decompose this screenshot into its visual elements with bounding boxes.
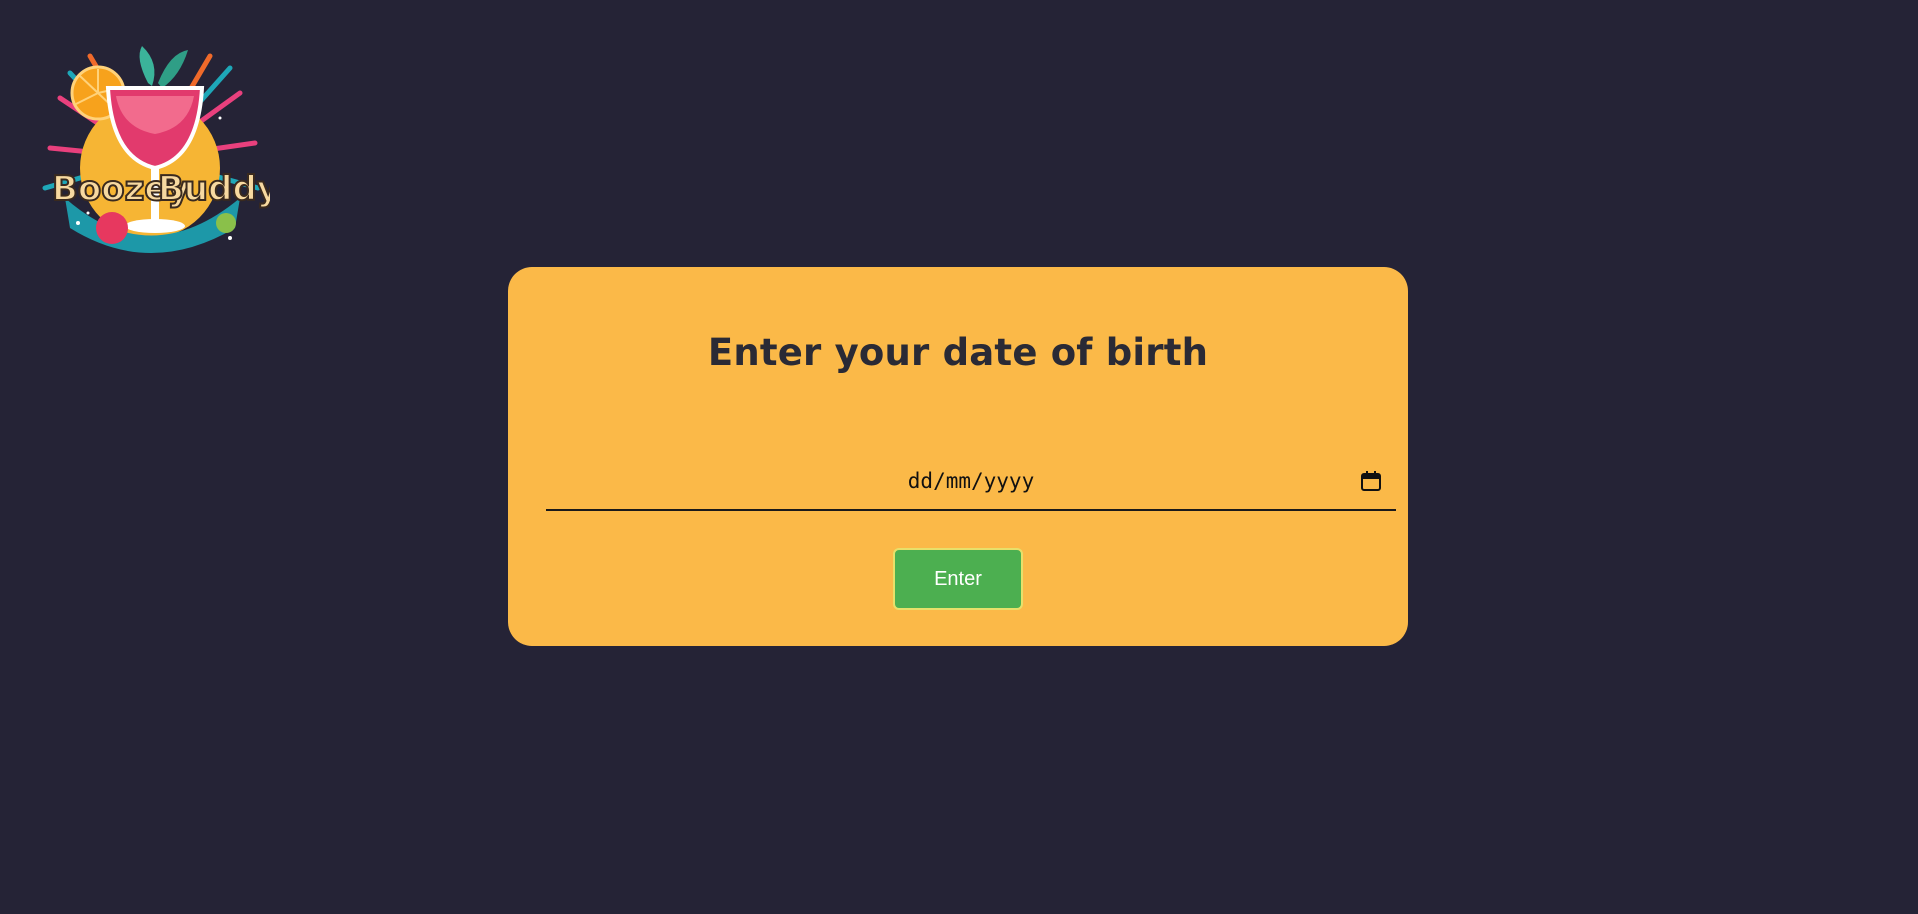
svg-text:Buddy: Buddy <box>158 169 270 209</box>
enter-button[interactable]: Enter <box>893 548 1023 610</box>
calendar-icon[interactable] <box>1360 470 1382 492</box>
date-placeholder: dd/mm/yyyy <box>907 469 1035 493</box>
date-of-birth-input[interactable]: dd/mm/yyyy <box>546 455 1396 511</box>
cocktail-logo-icon: Boozey Buddy <box>42 46 270 253</box>
boozey-buddy-logo: Boozey Buddy <box>30 38 270 278</box>
page-title: Enter your date of birth <box>707 331 1209 374</box>
dob-card: Enter your date of birth dd/mm/yyyy Ente… <box>508 267 1408 646</box>
